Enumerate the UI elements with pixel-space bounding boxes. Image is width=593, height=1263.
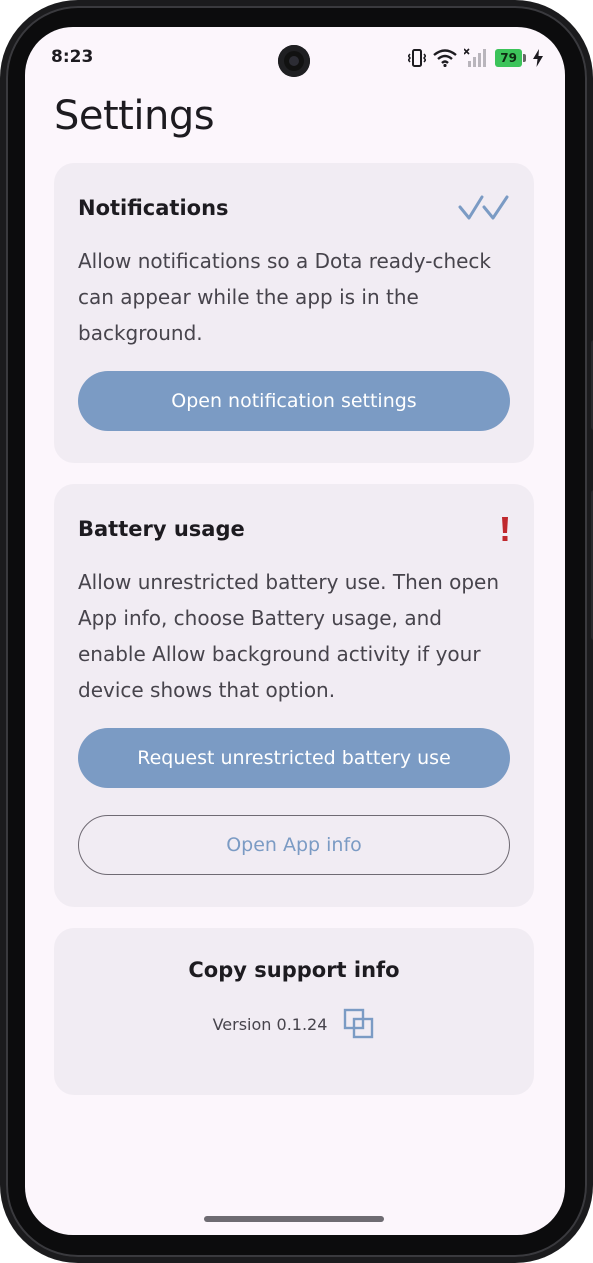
front-camera <box>278 45 310 77</box>
status-bar: 8:23 79 <box>25 27 565 91</box>
battery-card-title: Battery usage <box>78 517 245 541</box>
version-text: Version 0.1.24 <box>212 1014 328 1034</box>
battery-cap <box>523 54 526 62</box>
home-indicator[interactable] <box>204 1216 384 1222</box>
notifications-card-description: Allow notifications so a Dota ready-chec… <box>78 249 492 345</box>
battery-card: Battery usage Allow unrestricted battery… <box>54 484 534 907</box>
request-unrestricted-battery-button[interactable]: Request unrestricted battery use <box>78 728 510 788</box>
vibrate-icon <box>408 49 427 67</box>
open-app-info-button[interactable]: Open App info <box>78 815 510 875</box>
battery-level: 79 <box>495 49 522 67</box>
copy-support-info-title[interactable]: Copy support info <box>78 958 510 982</box>
charging-icon <box>533 49 543 67</box>
battery-card-description: Allow unrestricted battery use. Then ope… <box>78 570 500 702</box>
exclamation-icon <box>502 517 508 541</box>
status-time: 8:23 <box>51 47 94 67</box>
battery-card-header: Battery usage <box>78 514 510 544</box>
page-title: Settings <box>54 93 215 139</box>
version-row[interactable]: Version 0.1.24 <box>78 1008 510 1040</box>
notifications-card-header: Notifications <box>78 193 510 223</box>
no-signal-icon <box>464 48 487 67</box>
copy-icon[interactable] <box>343 1008 375 1040</box>
battery-icon: 79 <box>495 49 526 67</box>
status-icons: 79 <box>408 48 543 68</box>
phone-frame: 8:23 79 Settings Notifications Allow not… <box>0 0 593 1263</box>
notifications-card-title: Notifications <box>78 196 229 220</box>
double-check-icon <box>458 195 509 220</box>
notifications-card: Notifications Allow notifications so a D… <box>54 163 534 463</box>
screen: 8:23 79 Settings Notifications Allow not… <box>25 27 565 1235</box>
open-notification-settings-button[interactable]: Open notification settings <box>78 371 510 431</box>
support-card[interactable]: Copy support info Version 0.1.24 <box>54 928 534 1095</box>
wifi-icon <box>433 49 458 67</box>
